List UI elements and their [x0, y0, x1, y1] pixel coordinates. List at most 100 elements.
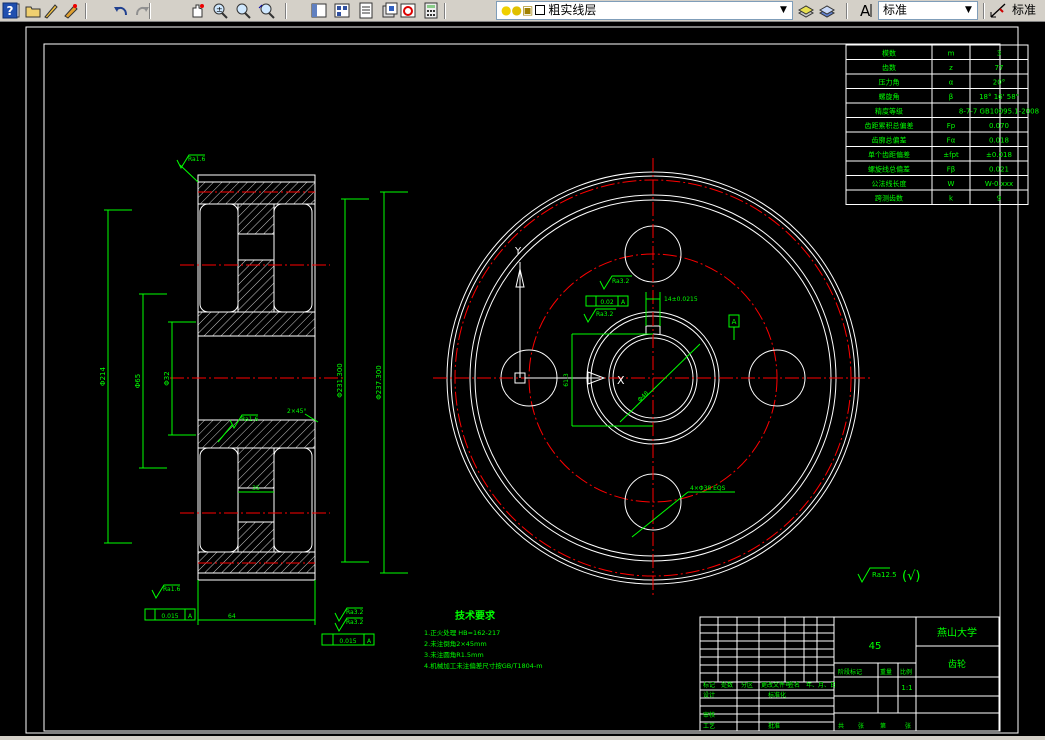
text-style-combo[interactable]: 标准 ▼	[878, 1, 978, 20]
toolbar-separator	[149, 3, 151, 19]
title-block-cell: 标记	[703, 681, 715, 689]
recess-bottom-right	[273, 447, 313, 553]
parameter-value: 0.021	[989, 166, 1009, 174]
horizontal-scrollbar[interactable]	[0, 736, 1045, 740]
dim-style-value[interactable]: 标准	[1012, 1, 1036, 20]
title-block-cell: 分区	[741, 681, 753, 689]
title-block-cell: 设计	[703, 691, 715, 699]
dim-style-icon[interactable]	[988, 1, 1008, 20]
keyway-depth-label: 61.3	[563, 373, 570, 387]
tech-requirement-item: 2.未注倒角2×45mm	[424, 639, 487, 648]
title-block-cell: 比例	[900, 668, 912, 676]
roughness-label: Ra1.6	[188, 156, 205, 163]
diameter-label: Φ214	[99, 367, 107, 386]
svg-text:A: A	[860, 2, 871, 20]
parameter-value: ±0.018	[986, 151, 1012, 159]
bore-diameter-label: Φ48	[637, 390, 651, 404]
title-block-cell: 处数	[721, 681, 733, 689]
general-roughness-label: Ra12.5	[872, 571, 897, 579]
layer-previous-icon[interactable]	[817, 1, 837, 20]
help-icon[interactable]: ?	[0, 1, 20, 20]
parameter-value: 3	[997, 50, 1001, 58]
layer-name: 粗实线层	[548, 3, 597, 17]
markup-icon[interactable]	[398, 1, 418, 20]
title-block-cell: 审核	[703, 711, 715, 719]
lock-icon[interactable]: ▣	[522, 3, 533, 17]
tool-palettes-icon[interactable]	[356, 1, 376, 20]
parameter-value: 0.018	[989, 137, 1009, 145]
parameter-symbol: m	[948, 50, 955, 58]
zoom-realtime-icon[interactable]: ±	[210, 1, 230, 20]
holes-label: 4×Φ38 EQS	[690, 485, 726, 492]
roughness-label: Ra3.2	[346, 619, 363, 626]
properties-icon[interactable]	[309, 1, 329, 20]
parameter-name: 模数	[882, 49, 896, 58]
title-block-cell: 第	[880, 722, 886, 730]
parameter-symbol: Fα	[947, 137, 956, 145]
diameter-label: Φ237.300	[375, 365, 383, 399]
pan-icon[interactable]	[187, 1, 207, 20]
match-properties-icon[interactable]	[61, 1, 81, 20]
parameter-symbol: Fp	[947, 122, 956, 130]
title-block-cell: 阶段标记	[838, 668, 862, 676]
parameter-name: 螺旋角	[879, 92, 900, 101]
datum-label: A	[188, 613, 193, 620]
make-current-layer-icon[interactable]	[796, 1, 816, 20]
diameter-leader	[619, 343, 701, 423]
roughness-label: Ra3.2	[612, 278, 629, 285]
pencil-icon[interactable]	[41, 1, 61, 20]
toolbar-separator	[846, 3, 848, 19]
undo-icon[interactable]	[111, 1, 131, 20]
diameter-label: Φ231.300	[336, 363, 344, 397]
tolerance-value: 0.02	[600, 299, 614, 306]
bulb-icon[interactable]: ●	[501, 3, 511, 17]
datum-label: A	[732, 318, 737, 326]
keyway-width-label: 14±0.0215	[664, 296, 698, 303]
drawing-canvas[interactable]: 模数 m 3 齿数 z 77 压力角 α 20° 螺旋角 β 18° 16' 58" 精度等级 8-7-7…	[0, 22, 1045, 736]
university-label: 燕山大学	[937, 626, 977, 639]
parameter-symbol: z	[949, 64, 953, 72]
tolerance-value: 0.015	[339, 638, 356, 645]
parameter-name: 齿距累积总偏差	[865, 121, 914, 130]
sun-icon[interactable]: ●	[511, 3, 521, 17]
open-file-icon[interactable]	[23, 1, 43, 20]
text-style-icon[interactable]: A	[856, 1, 876, 20]
zoom-window-icon[interactable]	[233, 1, 253, 20]
parameter-value: 77	[995, 64, 1004, 72]
toolbar-separator	[285, 3, 287, 19]
diameter-label: Φ32	[163, 371, 171, 385]
title-block-cell: 张	[905, 722, 911, 730]
sheet-set-icon[interactable]	[380, 1, 400, 20]
chamfer-label: 2×45°	[287, 408, 306, 415]
design-center-icon[interactable]	[332, 1, 352, 20]
text-style-value: 标准	[883, 3, 908, 17]
svg-text:?: ?	[7, 4, 14, 18]
hatch-web-mid-top	[237, 259, 275, 313]
color-box-icon	[535, 5, 546, 15]
title-block-cell: 批准	[768, 722, 780, 730]
roughness-label: Ra1.6	[163, 586, 180, 593]
chevron-down-icon[interactable]: ▼	[776, 3, 791, 18]
parameter-symbol: ±fpt	[943, 151, 959, 159]
toolbar-separator	[85, 3, 87, 19]
parameter-value: 0.070	[989, 122, 1009, 130]
parameter-value: 9	[997, 195, 1001, 203]
chevron-down-icon[interactable]: ▼	[961, 3, 976, 18]
standard-toolbar: ±? ●●▣ 粗实线层 ▼ A 标准 ▼ 标准	[0, 0, 1045, 22]
layer-combo[interactable]: ●●▣ 粗实线层 ▼	[496, 1, 793, 20]
title-block-cell: 更改文件号	[761, 681, 791, 689]
zoom-previous-icon[interactable]	[257, 1, 277, 20]
parameter-symbol: k	[949, 195, 954, 203]
parameter-name: 公法线长度	[872, 179, 907, 188]
inner-frame	[43, 43, 1001, 732]
hole-leader	[631, 491, 689, 538]
title-block-cell: 张	[858, 722, 864, 730]
x-axis-label: X	[617, 374, 625, 387]
title-block-cell: 工艺	[703, 722, 715, 730]
calculator-icon[interactable]	[421, 1, 441, 20]
diameter-label: Φ65	[134, 374, 142, 388]
recess-bottom-left	[199, 447, 239, 553]
parameter-symbol: Fβ	[947, 166, 956, 174]
parameter-value: 20°	[993, 79, 1005, 87]
parameter-symbol: α	[949, 79, 954, 87]
